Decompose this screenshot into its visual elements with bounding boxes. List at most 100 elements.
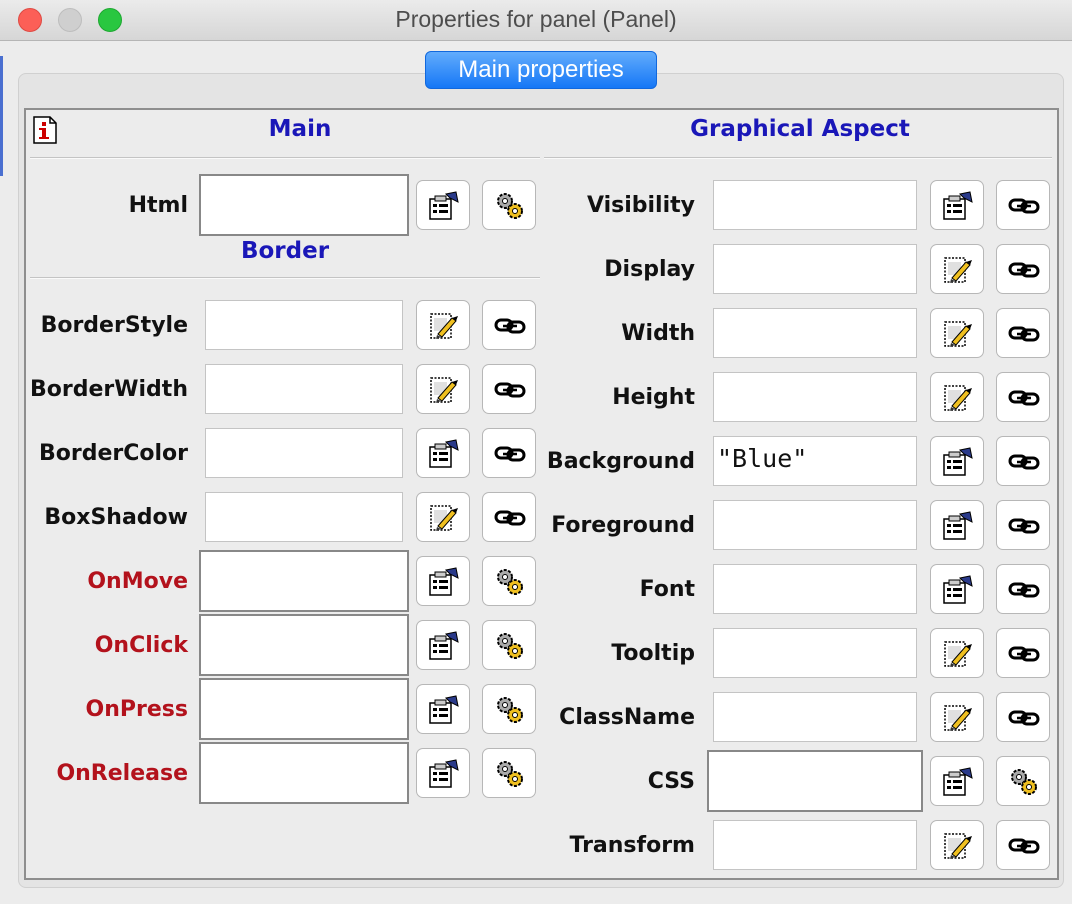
- main-separator: [30, 157, 540, 159]
- background-edit-button[interactable]: [930, 436, 984, 486]
- background-link-button[interactable]: [996, 436, 1050, 486]
- chain-link-icon: [1008, 582, 1040, 598]
- gears-icon: [1011, 769, 1037, 795]
- transform-field[interactable]: [713, 820, 917, 870]
- gears-icon: [497, 569, 523, 595]
- onpress-edit-button[interactable]: [416, 684, 470, 734]
- onmove-label: OnMove: [87, 569, 188, 594]
- html-edit-button[interactable]: [416, 180, 470, 230]
- width-edit-button[interactable]: [930, 308, 984, 358]
- onpress-label: OnPress: [85, 697, 188, 722]
- gears-icon: [497, 193, 523, 219]
- boxshadow-field[interactable]: [205, 492, 403, 542]
- property-sheet-icon: [429, 759, 459, 788]
- height-edit-button[interactable]: [930, 372, 984, 422]
- boxshadow-link-button[interactable]: [482, 492, 536, 542]
- height-link-button[interactable]: [996, 372, 1050, 422]
- onrelease-edit-button[interactable]: [416, 748, 470, 798]
- height-label: Height: [612, 385, 695, 410]
- classname-edit-button[interactable]: [930, 692, 984, 742]
- transform-edit-button[interactable]: [930, 820, 984, 870]
- edit-pencil-icon: [944, 833, 972, 859]
- onrelease-field[interactable]: [199, 742, 409, 804]
- borderstyle-label: BorderStyle: [40, 313, 188, 338]
- display-edit-button[interactable]: [930, 244, 984, 294]
- tab-main-properties[interactable]: Main properties: [425, 51, 657, 89]
- edit-pencil-icon: [944, 705, 972, 731]
- foreground-label: Foreground: [551, 513, 695, 538]
- onrelease-label: OnRelease: [56, 761, 188, 786]
- onmove-field[interactable]: [199, 550, 409, 612]
- classname-field[interactable]: [713, 692, 917, 742]
- gears-icon: [497, 761, 523, 787]
- chain-link-icon: [494, 318, 526, 334]
- bordercolor-link-button[interactable]: [482, 428, 536, 478]
- onclick-script-button[interactable]: [482, 620, 536, 670]
- width-label: Width: [621, 321, 695, 346]
- bordercolor-edit-button[interactable]: [416, 428, 470, 478]
- borderstyle-link-button[interactable]: [482, 300, 536, 350]
- borderstyle-field[interactable]: [205, 300, 403, 350]
- tooltip-link-button[interactable]: [996, 628, 1050, 678]
- onmove-edit-button[interactable]: [416, 556, 470, 606]
- foreground-link-button[interactable]: [996, 500, 1050, 550]
- tooltip-edit-button[interactable]: [930, 628, 984, 678]
- onmove-script-button[interactable]: [482, 556, 536, 606]
- borderwidth-field[interactable]: [205, 364, 403, 414]
- border-section-header: Border: [240, 238, 330, 264]
- chain-link-icon: [1008, 710, 1040, 726]
- boxshadow-edit-button[interactable]: [416, 492, 470, 542]
- css-field[interactable]: [707, 750, 923, 812]
- gears-icon: [497, 633, 523, 659]
- html-script-button[interactable]: [482, 180, 536, 230]
- font-field[interactable]: [713, 564, 917, 614]
- chain-link-icon: [1008, 262, 1040, 278]
- visibility-label: Visibility: [586, 193, 695, 218]
- height-field[interactable]: [713, 372, 917, 422]
- display-link-button[interactable]: [996, 244, 1050, 294]
- info-document-icon: [33, 116, 57, 144]
- gears-icon: [497, 697, 523, 723]
- visibility-link-button[interactable]: [996, 180, 1050, 230]
- classname-label: ClassName: [559, 705, 695, 730]
- borderstyle-edit-button[interactable]: [416, 300, 470, 350]
- onpress-field[interactable]: [199, 678, 409, 740]
- borderwidth-link-button[interactable]: [482, 364, 536, 414]
- width-field[interactable]: [713, 308, 917, 358]
- main-section-header: Main: [268, 116, 332, 142]
- width-link-button[interactable]: [996, 308, 1050, 358]
- onrelease-script-button[interactable]: [482, 748, 536, 798]
- display-field[interactable]: [713, 244, 917, 294]
- bordercolor-label: BorderColor: [38, 441, 188, 466]
- font-label: Font: [639, 577, 695, 602]
- tooltip-label: Tooltip: [611, 641, 695, 666]
- borderwidth-edit-button[interactable]: [416, 364, 470, 414]
- transform-link-button[interactable]: [996, 820, 1050, 870]
- css-edit-button[interactable]: [930, 756, 984, 806]
- foreground-field[interactable]: [713, 500, 917, 550]
- property-sheet-icon: [429, 631, 459, 660]
- graphical-aspect-separator: [544, 157, 1052, 159]
- edit-pencil-icon: [430, 505, 458, 531]
- background-field[interactable]: "Blue": [713, 436, 917, 486]
- edit-pencil-icon: [430, 377, 458, 403]
- visibility-field[interactable]: [713, 180, 917, 230]
- bordercolor-field[interactable]: [205, 428, 403, 478]
- css-script-button[interactable]: [996, 756, 1050, 806]
- edit-pencil-icon: [430, 313, 458, 339]
- onclick-field[interactable]: [199, 614, 409, 676]
- html-field[interactable]: [199, 174, 409, 236]
- visibility-edit-button[interactable]: [930, 180, 984, 230]
- foreground-edit-button[interactable]: [930, 500, 984, 550]
- tooltip-field[interactable]: [713, 628, 917, 678]
- font-edit-button[interactable]: [930, 564, 984, 614]
- border-separator: [30, 277, 540, 279]
- font-link-button[interactable]: [996, 564, 1050, 614]
- borderwidth-label: BorderWidth: [30, 377, 188, 402]
- edit-pencil-icon: [944, 641, 972, 667]
- classname-link-button[interactable]: [996, 692, 1050, 742]
- css-label: CSS: [647, 769, 695, 794]
- background-label: Background: [546, 449, 695, 474]
- onpress-script-button[interactable]: [482, 684, 536, 734]
- onclick-edit-button[interactable]: [416, 620, 470, 670]
